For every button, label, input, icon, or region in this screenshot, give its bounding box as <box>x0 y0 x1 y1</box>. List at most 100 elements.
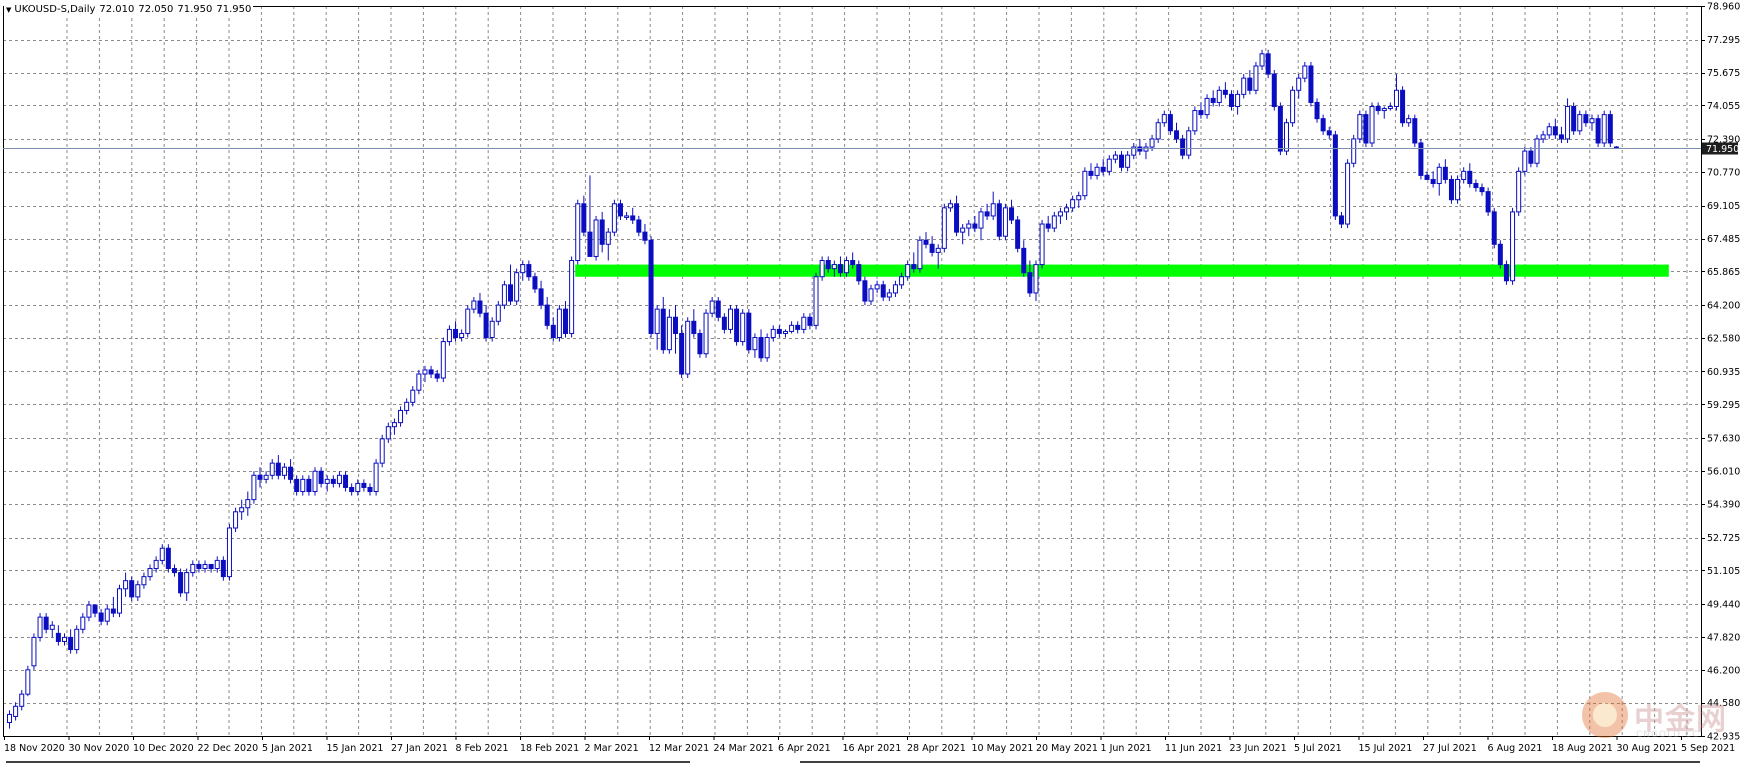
candle-body-bull <box>80 616 86 630</box>
candle-body-bear <box>532 276 538 290</box>
candle <box>703 309 709 358</box>
candle-body-bull <box>605 231 611 245</box>
candle-body-bull <box>501 284 507 306</box>
candle-body-bear <box>129 580 135 598</box>
watermark-en-text: CNGOLD.CC <box>1636 730 1700 740</box>
candle-body-bear <box>587 231 593 257</box>
candle <box>37 613 43 642</box>
candle-body-bear <box>1485 191 1491 213</box>
candle <box>1015 215 1021 253</box>
candle <box>25 665 31 697</box>
candle <box>917 236 923 273</box>
current-price-tag: 71.950 <box>1702 142 1739 155</box>
candle-body-bear <box>1412 118 1418 144</box>
candle-body-bull <box>624 215 630 218</box>
y-tick-label: 65.865 <box>1707 267 1740 278</box>
candle <box>746 309 752 354</box>
candle-body-bull <box>416 373 422 391</box>
y-tick-label: 75.675 <box>1707 68 1740 79</box>
candle <box>1155 118 1161 143</box>
candle-body-bull <box>1057 211 1063 217</box>
low-value: 71.950 <box>177 4 213 15</box>
candle-body-bull <box>1546 126 1552 136</box>
y-tick-label: 64.200 <box>1707 301 1740 312</box>
candle-body-bear <box>1045 223 1051 229</box>
candle-body-bull <box>917 239 923 270</box>
candlestick-chart[interactable]: 78.96077.29575.67574.05572.39070.77069.1… <box>0 0 1740 763</box>
candle-body-bull <box>1051 215 1057 229</box>
candle-body-bull <box>886 292 892 298</box>
candle-body-bear <box>599 219 605 245</box>
x-tick-label: 6 Aug 2021 <box>1488 743 1543 754</box>
candle-body-bear <box>648 239 654 334</box>
candle-body-bull <box>19 693 25 707</box>
candle-body-bull <box>1216 89 1222 103</box>
candle-body-bear <box>306 478 312 493</box>
candle-body-bull <box>489 320 495 339</box>
candle <box>1363 110 1369 148</box>
candle-body-bull <box>1161 114 1167 124</box>
candle-body-bull <box>666 316 672 351</box>
candle <box>251 471 257 504</box>
candle <box>495 301 501 326</box>
candle-body-bull <box>251 474 257 501</box>
candle <box>1271 70 1277 111</box>
candle-body-bear <box>1467 170 1473 185</box>
candle-body-bear <box>1552 126 1558 136</box>
candle-body-bear <box>92 604 98 614</box>
candle <box>862 276 868 306</box>
candle <box>575 199 581 265</box>
candle-body-bear <box>1308 65 1314 103</box>
x-tick-label: 27 Jul 2021 <box>1423 743 1477 754</box>
candle-body-bear <box>679 332 685 375</box>
candle-body-bull <box>404 401 410 411</box>
candle <box>1039 219 1045 269</box>
candle <box>1082 167 1088 200</box>
candle-body-bull <box>153 559 159 570</box>
candle-body-bull <box>520 264 526 274</box>
candle-body-bull <box>49 624 55 630</box>
candle-body-bull <box>1510 211 1516 282</box>
y-tick-label: 54.390 <box>1707 499 1740 510</box>
candle-body-bear <box>110 608 116 614</box>
candle-body-bull <box>373 462 379 493</box>
candle-body-bear <box>923 239 929 245</box>
candle-body-bull <box>422 369 428 375</box>
candle-body-bull <box>935 247 941 253</box>
candle-body-bear <box>929 243 935 253</box>
candle <box>1308 61 1314 107</box>
x-tick-label: 10 Dec 2020 <box>133 743 194 754</box>
candle-body-bull <box>1540 134 1546 140</box>
dropdown-triangle-icon[interactable]: ▼ <box>6 6 11 14</box>
candle-body-bull <box>31 636 37 667</box>
x-tick-label: 22 Dec 2020 <box>198 743 259 754</box>
candle-body-bear <box>672 316 678 334</box>
x-tick-label: 28 Apr 2021 <box>907 743 966 754</box>
x-tick-label: 16 Apr 2021 <box>843 743 902 754</box>
x-tick-label: 12 Mar 2021 <box>649 743 709 754</box>
candle-body-bear <box>1338 215 1344 225</box>
candle <box>1314 98 1320 123</box>
candle <box>819 256 825 281</box>
candle-body-bear <box>1363 114 1369 144</box>
candle-body-bull <box>611 203 617 233</box>
candle-body-bear <box>318 470 324 484</box>
x-tick-label: 24 Mar 2021 <box>714 743 774 754</box>
candle-body-bear <box>165 547 171 570</box>
candle-body-bear <box>367 486 373 493</box>
candle-body-bull <box>1143 146 1149 152</box>
candle-body-bear <box>972 223 978 229</box>
x-tick-label: 27 Jan 2021 <box>391 743 448 754</box>
candle-body-bear <box>453 328 459 339</box>
candle-body-bull <box>391 422 397 428</box>
candle-body-bear <box>483 312 489 339</box>
candle-body-bear <box>563 308 569 334</box>
candle-body-bull <box>104 608 110 622</box>
candle-body-bear <box>825 260 831 270</box>
candle <box>1522 147 1528 176</box>
candle-body-bear <box>1088 170 1094 176</box>
candle-body-bear <box>996 203 1002 237</box>
candle <box>1283 118 1289 156</box>
candle <box>1277 102 1283 156</box>
candle <box>1491 207 1497 249</box>
